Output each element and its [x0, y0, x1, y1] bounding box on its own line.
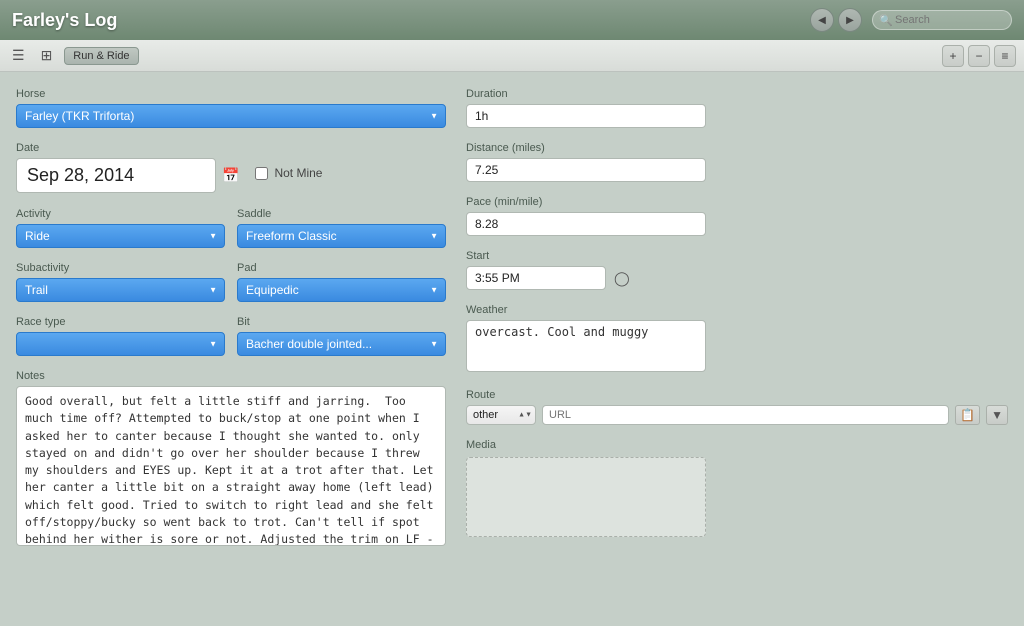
subactivity-field-group: Subactivity Trail: [16, 262, 225, 302]
activity-saddle-row: Activity Ride Saddle Freeform Classic: [16, 208, 446, 262]
run-ride-tag[interactable]: Run & Ride: [64, 47, 138, 65]
app-title: Farley's Log: [12, 10, 810, 31]
start-row: 3:55 PM ◯: [466, 266, 1008, 290]
subactivity-select-wrap: Trail: [16, 278, 225, 302]
activity-select[interactable]: Ride: [16, 224, 225, 248]
activity-label: Activity: [16, 208, 225, 220]
subactivity-label: Subactivity: [16, 262, 225, 274]
horse-select-wrap: Farley (TKR Triforta): [16, 104, 446, 128]
weather-textarea[interactable]: overcast. Cool and muggy: [466, 320, 706, 372]
toolbar: ☰ ⊞ Run & Ride + − ≡: [0, 40, 1024, 72]
saddle-select-wrap: Freeform Classic: [237, 224, 446, 248]
race-type-field-group: Race type: [16, 316, 225, 356]
saddle-field-group: Saddle Freeform Classic: [237, 208, 446, 248]
grid-view-icon[interactable]: ⊞: [37, 45, 57, 66]
start-input[interactable]: 3:55 PM: [466, 266, 606, 290]
notes-label: Notes: [16, 370, 446, 382]
distance-label: Distance (miles): [466, 142, 1008, 154]
notes-textarea[interactable]: Good overall, but felt a little stiff an…: [16, 386, 446, 546]
route-field-group: Route other URL GPX 📋 ▼: [466, 389, 1008, 425]
route-copy-icon[interactable]: 📋: [955, 405, 980, 425]
back-button[interactable]: ◀: [810, 8, 834, 32]
pad-select[interactable]: Equipedic: [237, 278, 446, 302]
main-content: Horse Farley (TKR Triforta) Date Sep 28,…: [0, 72, 1024, 626]
date-input-wrap: Sep 28, 2014 📅: [16, 158, 239, 193]
not-mine-checkbox[interactable]: [255, 167, 268, 180]
weather-field-group: Weather overcast. Cool and muggy: [466, 304, 1008, 375]
search-wrap: 🔍: [872, 10, 1012, 30]
remove-button[interactable]: −: [968, 45, 990, 67]
distance-field-group: Distance (miles) 7.25: [466, 142, 1008, 182]
add-button[interactable]: +: [942, 45, 964, 67]
route-url-input[interactable]: [542, 405, 949, 425]
pace-field-group: Pace (min/mile) 8.28: [466, 196, 1008, 236]
search-input[interactable]: [872, 10, 1012, 30]
pace-input[interactable]: 8.28: [466, 212, 706, 236]
activity-select-wrap: Ride: [16, 224, 225, 248]
subactivity-pad-row: Subactivity Trail Pad Equipedic: [16, 262, 446, 316]
bit-label: Bit: [237, 316, 446, 328]
route-type-select[interactable]: other URL GPX: [466, 405, 536, 425]
pad-field-group: Pad Equipedic: [237, 262, 446, 302]
duration-input[interactable]: 1h: [466, 104, 706, 128]
calendar-icon[interactable]: 📅: [222, 167, 239, 184]
activity-field-group: Activity Ride: [16, 208, 225, 248]
menu-button[interactable]: ≡: [994, 45, 1016, 67]
route-row: other URL GPX 📋 ▼: [466, 405, 1008, 425]
racetype-bit-row: Race type Bit Bacher double jointed...: [16, 316, 446, 370]
list-view-icon[interactable]: ☰: [8, 45, 29, 66]
pad-label: Pad: [237, 262, 446, 274]
subactivity-select[interactable]: Trail: [16, 278, 225, 302]
date-input[interactable]: Sep 28, 2014: [16, 158, 216, 193]
pace-label: Pace (min/mile): [466, 196, 1008, 208]
horse-field-group: Horse Farley (TKR Triforta): [16, 88, 446, 128]
forward-button[interactable]: ▶: [838, 8, 862, 32]
horse-select[interactable]: Farley (TKR Triforta): [16, 104, 446, 128]
race-type-label: Race type: [16, 316, 225, 328]
media-drop-area[interactable]: [466, 457, 706, 537]
media-label: Media: [466, 439, 1008, 451]
date-field-group: Date Sep 28, 2014 📅: [16, 142, 239, 193]
race-type-select-wrap: [16, 332, 225, 356]
titlebar: Farley's Log ◀ ▶ 🔍: [0, 0, 1024, 40]
bit-select[interactable]: Bacher double jointed...: [237, 332, 446, 356]
right-panel: Duration 1h Distance (miles) 7.25 Pace (…: [466, 88, 1008, 610]
date-label: Date: [16, 142, 239, 154]
saddle-label: Saddle: [237, 208, 446, 220]
start-field-group: Start 3:55 PM ◯: [466, 250, 1008, 290]
duration-label: Duration: [466, 88, 1008, 100]
nav-buttons: ◀ ▶: [810, 8, 862, 32]
bit-select-wrap: Bacher double jointed...: [237, 332, 446, 356]
duration-field-group: Duration 1h: [466, 88, 1008, 128]
horse-label: Horse: [16, 88, 446, 100]
saddle-select[interactable]: Freeform Classic: [237, 224, 446, 248]
not-mine-label: Not Mine: [274, 166, 322, 180]
media-field-group: Media: [466, 439, 1008, 537]
toolbar-right: + − ≡: [942, 45, 1016, 67]
start-label: Start: [466, 250, 1008, 262]
notes-field-group: Notes Good overall, but felt a little st…: [16, 370, 446, 549]
pad-select-wrap: Equipedic: [237, 278, 446, 302]
not-mine-wrap: Not Mine: [255, 148, 322, 180]
weather-label: Weather: [466, 304, 1008, 316]
route-dropdown-icon[interactable]: ▼: [986, 405, 1008, 425]
clock-icon[interactable]: ◯: [614, 270, 630, 287]
race-type-select[interactable]: [16, 332, 225, 356]
route-type-select-wrap: other URL GPX: [466, 405, 536, 425]
left-panel: Horse Farley (TKR Triforta) Date Sep 28,…: [16, 88, 466, 610]
bit-field-group: Bit Bacher double jointed...: [237, 316, 446, 356]
distance-input[interactable]: 7.25: [466, 158, 706, 182]
route-label: Route: [466, 389, 1008, 401]
